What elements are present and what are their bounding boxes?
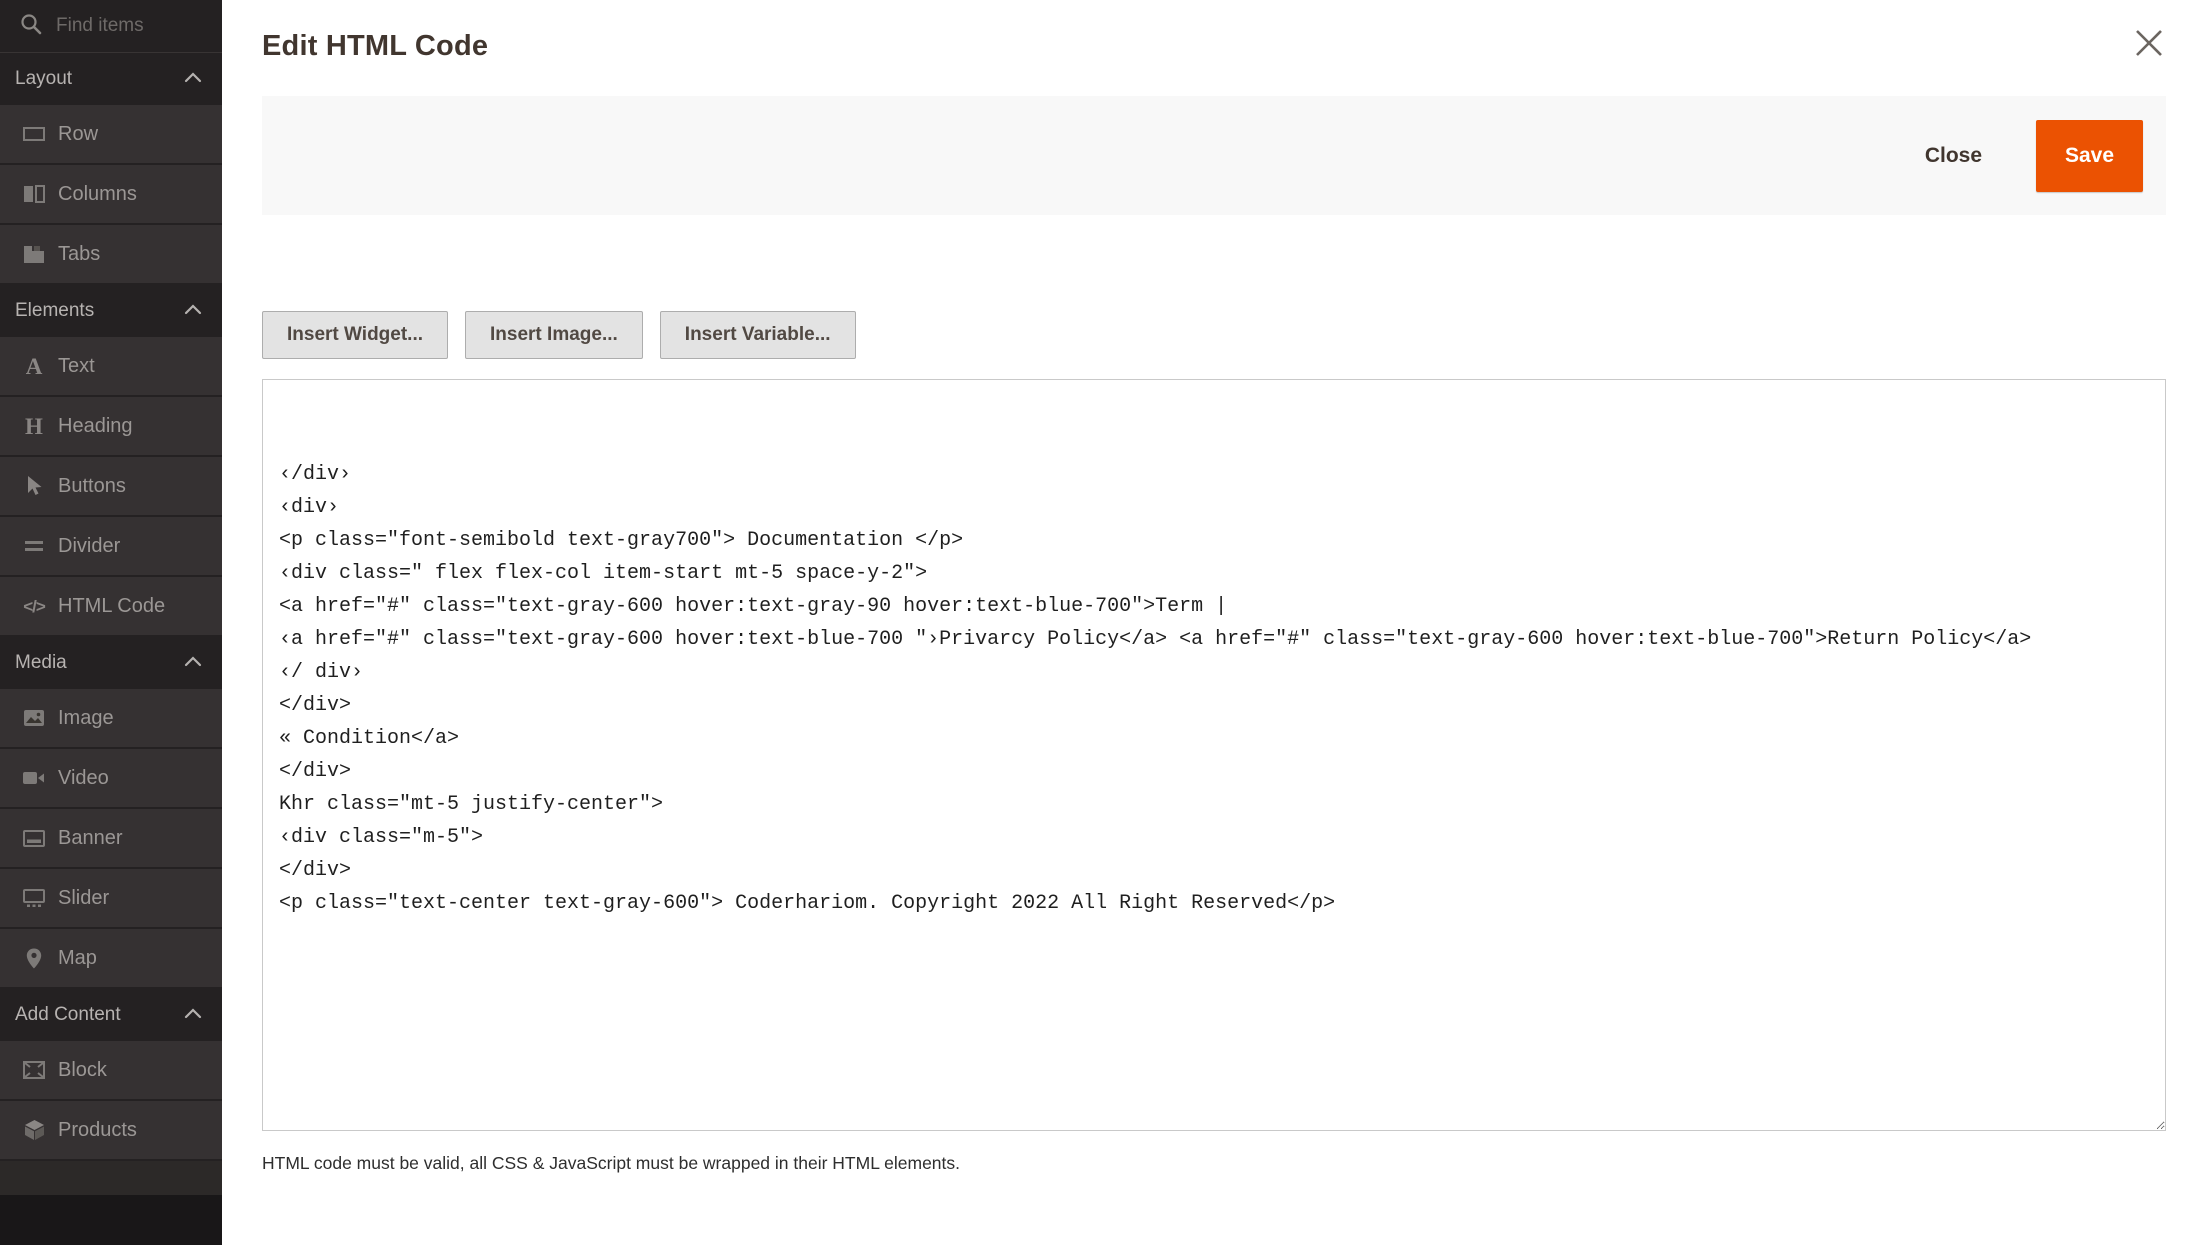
sidebar-item-label: HTML Code bbox=[58, 594, 166, 617]
sidebar-item-label: Buttons bbox=[58, 474, 126, 497]
products-icon bbox=[22, 1119, 46, 1141]
insert-image-button[interactable]: Insert Image... bbox=[465, 311, 643, 359]
sidebar-item-tabs[interactable]: Tabs bbox=[0, 225, 222, 283]
sidebar-filler bbox=[0, 1161, 222, 1195]
text-icon: A bbox=[25, 353, 43, 379]
block-icon bbox=[22, 1061, 46, 1079]
sidebar-item-text[interactable]: A Text bbox=[0, 337, 222, 395]
image-icon bbox=[22, 709, 46, 727]
sidebar-item-label: Columns bbox=[58, 182, 137, 205]
sidebar-item-html-code[interactable]: </> HTML Code bbox=[0, 577, 222, 635]
close-button[interactable]: Close bbox=[1925, 144, 1982, 168]
video-icon bbox=[22, 770, 46, 786]
heading-icon: H bbox=[25, 413, 43, 439]
columns-icon bbox=[22, 185, 46, 203]
sidebar-item-map[interactable]: Map bbox=[0, 929, 222, 987]
sidebar-item-label: Video bbox=[58, 766, 109, 789]
chevron-up-icon bbox=[184, 302, 202, 320]
section-label: Add Content bbox=[15, 1004, 121, 1025]
search-input[interactable] bbox=[56, 15, 186, 37]
sidebar-item-label: Banner bbox=[58, 826, 123, 849]
sidebar-item-products[interactable]: Products bbox=[0, 1101, 222, 1159]
modal-header: Edit HTML Code bbox=[262, 0, 2166, 96]
sidebar-item-row[interactable]: Row bbox=[0, 105, 222, 163]
sidebar-bottom bbox=[0, 1195, 222, 1245]
page-title: Edit HTML Code bbox=[262, 30, 489, 62]
section-header-media[interactable]: Media bbox=[0, 637, 222, 689]
sidebar-item-label: Products bbox=[58, 1118, 137, 1141]
section-header-layout[interactable]: Layout bbox=[0, 53, 222, 105]
page-builder-app: Layout Row Columns Tabs Elements bbox=[0, 0, 2205, 1245]
section-header-elements[interactable]: Elements bbox=[0, 285, 222, 337]
code-icon: </> bbox=[23, 596, 46, 616]
sidebar-item-image[interactable]: Image bbox=[0, 689, 222, 747]
sidebar-item-label: Image bbox=[58, 706, 114, 729]
insert-widget-button[interactable]: Insert Widget... bbox=[262, 311, 449, 359]
insert-variable-button[interactable]: Insert Variable... bbox=[659, 311, 856, 359]
cursor-icon bbox=[22, 475, 46, 497]
validation-note: HTML code must be valid, all CSS & JavaS… bbox=[262, 1153, 961, 1173]
row-icon bbox=[22, 126, 46, 142]
sidebar-item-slider[interactable]: Slider bbox=[0, 869, 222, 927]
section-header-add-content[interactable]: Add Content bbox=[0, 989, 222, 1041]
tabs-icon bbox=[22, 245, 46, 264]
chevron-up-icon bbox=[184, 654, 202, 672]
panel-search bbox=[0, 0, 222, 53]
sidebar-item-columns[interactable]: Columns bbox=[0, 165, 222, 223]
sidebar-item-label: Row bbox=[58, 122, 99, 145]
sidebar-item-divider[interactable]: Divider bbox=[0, 517, 222, 575]
banner-icon bbox=[22, 829, 46, 847]
modal-toolbar: Close Save bbox=[262, 96, 2166, 215]
divider-icon bbox=[22, 540, 46, 552]
save-button[interactable]: Save bbox=[2036, 119, 2143, 192]
map-pin-icon bbox=[22, 948, 46, 969]
sidebar-item-label: Divider bbox=[58, 534, 121, 557]
chevron-up-icon bbox=[184, 70, 202, 88]
sidebar-item-label: Slider bbox=[58, 886, 110, 909]
insert-buttons-row: Insert Widget... Insert Image... Insert … bbox=[262, 311, 2166, 359]
sidebar-item-label: Text bbox=[58, 354, 95, 377]
close-icon[interactable] bbox=[2132, 26, 2166, 60]
slider-icon bbox=[22, 889, 46, 907]
sidebar-item-block[interactable]: Block bbox=[0, 1041, 222, 1099]
sidebar-item-heading[interactable]: H Heading bbox=[0, 397, 222, 455]
sidebar-item-video[interactable]: Video bbox=[0, 749, 222, 807]
chevron-up-icon bbox=[184, 1006, 202, 1024]
sidebar-item-banner[interactable]: Banner bbox=[0, 809, 222, 867]
section-label: Media bbox=[15, 652, 67, 673]
section-label: Elements bbox=[15, 300, 95, 321]
sidebar-item-label: Tabs bbox=[58, 242, 101, 265]
sidebar-item-label: Map bbox=[58, 946, 97, 969]
search-icon bbox=[20, 13, 42, 40]
section-label: Layout bbox=[15, 68, 73, 89]
sidebar-item-buttons[interactable]: Buttons bbox=[0, 457, 222, 515]
sidebar-item-label: Block bbox=[58, 1058, 107, 1081]
html-code-textarea[interactable] bbox=[262, 379, 2166, 1131]
edit-html-modal: Edit HTML Code Close Save Insert Widget.… bbox=[222, 0, 2205, 1245]
panel-sidebar: Layout Row Columns Tabs Elements bbox=[0, 0, 222, 1245]
sidebar-item-label: Heading bbox=[58, 414, 133, 437]
